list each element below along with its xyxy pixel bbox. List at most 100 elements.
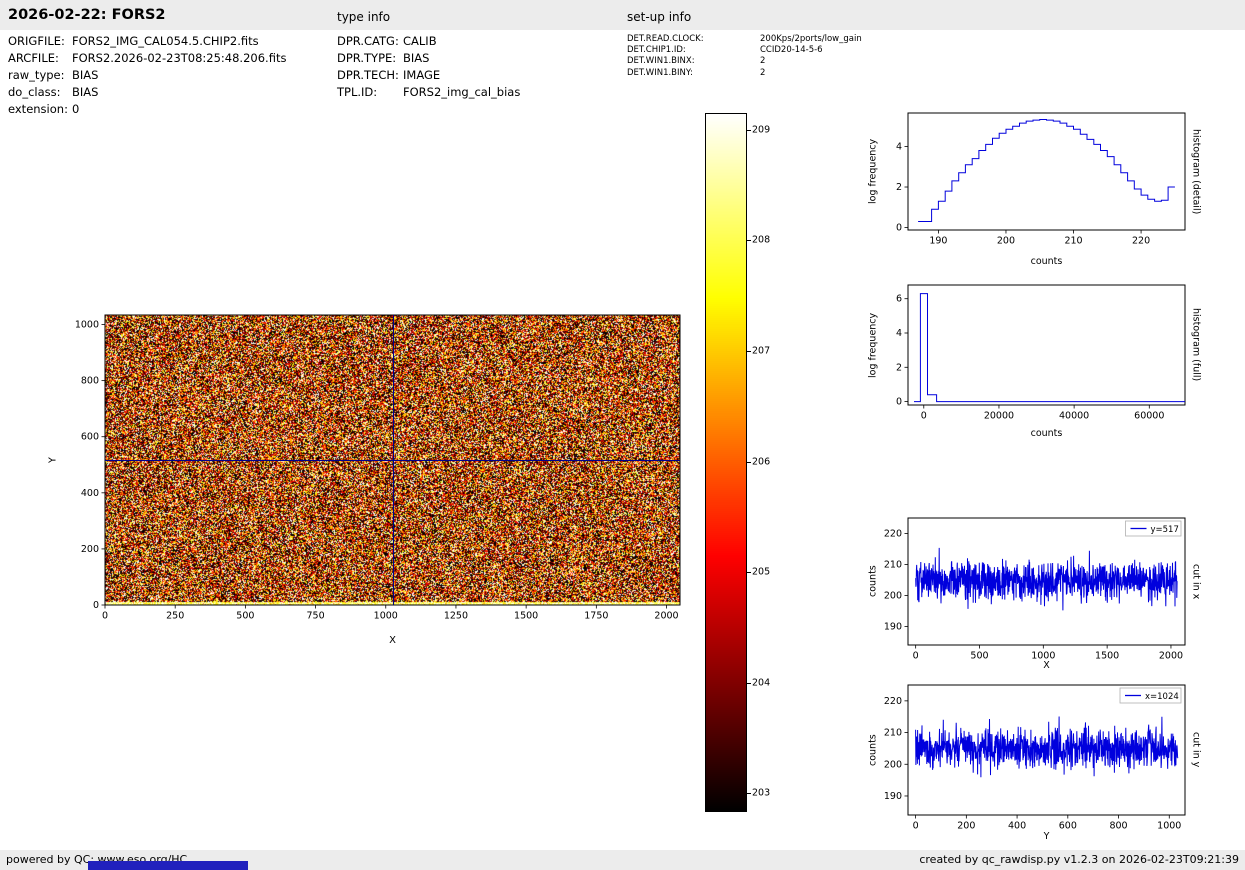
svg-text:60000: 60000: [1134, 411, 1164, 422]
svg-text:0: 0: [921, 411, 927, 422]
svg-text:200: 200: [884, 759, 902, 770]
main-image-axes: 0 250 500 750 1000 1250 1500 1750 2000 0 200 400 600…: [75, 314, 681, 622]
svg-text:1500: 1500: [514, 611, 538, 622]
colorbar-tick-label: 203: [752, 787, 771, 799]
info-row-arcfile: ARCFILE: FORS2.2026-02-23T08:25:48.206.f…: [8, 50, 286, 67]
svg-text:210: 210: [1064, 236, 1082, 247]
colorbar-tick-label: 207: [752, 345, 771, 357]
file-info-block: ORIGFILE: FORS2_IMG_CAL054.5.CHIP2.fits …: [8, 33, 286, 118]
info-label: DPR.TYPE:: [337, 51, 397, 65]
crosshair-horizontal-line: [105, 460, 680, 461]
svg-text:600: 600: [81, 432, 99, 443]
info-label: ARCFILE:: [8, 51, 59, 65]
svg-text:4: 4: [896, 328, 902, 339]
setup-info-block: DET.READ.CLOCK: 200Kps/2ports/low_gain D…: [627, 34, 862, 79]
svg-text:40000: 40000: [1059, 411, 1089, 422]
svg-text:2: 2: [896, 362, 902, 373]
hist-detail-x-axis-label: counts: [1030, 256, 1063, 267]
svg-text:0: 0: [913, 821, 919, 832]
info-value: 2: [760, 56, 766, 67]
info-label: DET.WIN1.BINY:: [627, 67, 693, 78]
info-row-origfile: ORIGFILE: FORS2_IMG_CAL054.5.CHIP2.fits: [8, 33, 286, 50]
colorbar-tick-label: 206: [752, 456, 771, 467]
info-row-do-class: do_class: BIAS: [8, 84, 286, 101]
info-value: 200Kps/2ports/low_gain: [760, 34, 862, 44]
info-value: BIAS: [403, 51, 430, 65]
svg-text:200: 200: [81, 544, 99, 555]
info-value: FORS2_IMG_CAL054.5.CHIP2.fits: [72, 34, 259, 48]
svg-text:190: 190: [929, 236, 947, 247]
colorbar: [705, 113, 747, 812]
info-value: 0: [72, 102, 80, 116]
type-info-block: DPR.CATG: CALIB DPR.TYPE: BIAS DPR.TECH:…: [337, 33, 520, 101]
svg-text:x=1024: x=1024: [1145, 692, 1179, 702]
svg-text:6: 6: [896, 294, 902, 305]
svg-text:0: 0: [896, 397, 902, 408]
colorbar-tick-mark: [747, 129, 751, 131]
svg-text:500: 500: [236, 611, 254, 622]
info-row-tpl-id: TPL.ID: FORS2_img_cal_bias: [337, 84, 520, 101]
info-value: BIAS: [72, 68, 99, 82]
info-value: FORS2_img_cal_bias: [403, 85, 521, 99]
info-value: CALIB: [403, 34, 437, 48]
colorbar-tick-label: 204: [752, 677, 771, 689]
info-row-biny: DET.WIN1.BINY: 2: [627, 68, 862, 79]
setup-info-section-label: set-up info: [627, 10, 692, 24]
main-y-axis-label: Y: [47, 457, 59, 463]
svg-text:220: 220: [884, 696, 902, 707]
type-info-section-label: type info: [337, 10, 391, 24]
svg-text:400: 400: [1008, 821, 1026, 832]
colorbar-tick-mark: [747, 682, 751, 684]
info-row-read-clock: DET.READ.CLOCK: 200Kps/2ports/low_gain: [627, 34, 862, 45]
cut-in-x-plot: 0 500 1000 1500 2000 190 200 210 220 y=517: [884, 517, 1186, 662]
svg-text:2: 2: [896, 182, 902, 193]
svg-text:2000: 2000: [1159, 651, 1183, 662]
info-label: DET.CHIP1.ID:: [627, 45, 686, 56]
info-label: DPR.CATG:: [337, 34, 399, 48]
footer-blue-strip: [88, 861, 248, 870]
info-value: 2: [760, 67, 766, 78]
info-value: CCID20-14-5-6: [760, 45, 823, 56]
hist-full-x-axis-label: counts: [1030, 428, 1063, 439]
info-value: BIAS: [72, 85, 99, 99]
info-row-dpr-catg: DPR.CATG: CALIB: [337, 33, 520, 50]
info-label: DET.READ.CLOCK:: [627, 34, 704, 44]
svg-text:2000: 2000: [654, 611, 678, 622]
info-value: FORS2.2026-02-23T08:25:48.206.fits: [72, 51, 287, 65]
main-x-axis-label: X: [389, 635, 396, 646]
info-row-chip-id: DET.CHIP1.ID: CCID20-14-5-6: [627, 45, 862, 56]
svg-text:1250: 1250: [444, 611, 468, 622]
svg-text:220: 220: [884, 528, 902, 539]
colorbar-tick-mark: [747, 350, 751, 352]
svg-text:20000: 20000: [984, 411, 1014, 422]
svg-text:800: 800: [1109, 821, 1127, 832]
svg-text:0: 0: [913, 651, 919, 662]
svg-text:220: 220: [1132, 236, 1150, 247]
svg-text:4: 4: [896, 141, 902, 152]
svg-text:y=517: y=517: [1151, 525, 1179, 535]
header-bar: 2026-02-22: FORS2 type info set-up info: [0, 0, 1245, 30]
svg-text:1000: 1000: [1031, 651, 1055, 662]
info-row-extension: extension: 0: [8, 101, 286, 118]
svg-text:250: 250: [166, 611, 184, 622]
svg-text:600: 600: [1059, 821, 1077, 832]
svg-text:1000: 1000: [75, 320, 99, 331]
svg-text:0: 0: [93, 600, 99, 611]
info-label: DPR.TECH:: [337, 68, 399, 82]
info-row-dpr-tech: DPR.TECH: IMAGE: [337, 67, 520, 84]
colorbar-tick-mark: [747, 461, 751, 463]
svg-text:1750: 1750: [584, 611, 608, 622]
svg-text:210: 210: [884, 559, 902, 570]
svg-text:200: 200: [997, 236, 1015, 247]
svg-text:400: 400: [81, 488, 99, 499]
colorbar-tick-label: 209: [752, 124, 771, 136]
histogram-full-plot: 0 20000 40000 60000 0 2 4 6: [896, 284, 1186, 422]
svg-text:0: 0: [896, 223, 902, 234]
page-title: 2026-02-22: FORS2: [8, 7, 166, 23]
footer-created-by: created by qc_rawdisp.py v1.2.3 on 2026-…: [919, 853, 1239, 866]
svg-text:200: 200: [884, 590, 902, 601]
svg-text:1000: 1000: [374, 611, 398, 622]
svg-text:1500: 1500: [1095, 651, 1119, 662]
colorbar-tick-mark: [747, 240, 751, 242]
svg-text:190: 190: [884, 791, 902, 802]
